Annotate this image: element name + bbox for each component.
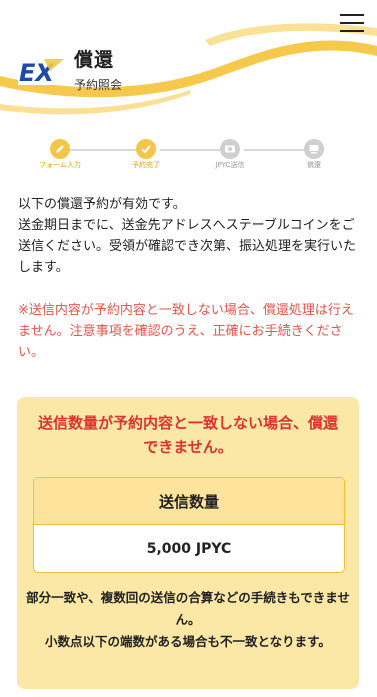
notice-heading: 送信数量が予約内容と一致しない場合、償還できません。	[37, 414, 338, 456]
step-label: JPYC送信	[215, 161, 245, 169]
send-quantity-box: 送信数量 5,000 JPYC	[33, 477, 345, 573]
check-icon	[136, 139, 156, 159]
payout-icon	[304, 139, 324, 159]
send-quantity-label: 送信数量	[34, 478, 344, 525]
progress-steps: フォーム入力 予約完了 JPYC送信 償還	[30, 138, 350, 174]
hamburger-menu-icon	[340, 14, 364, 16]
notice-footer: 部分一致や、複数回の送信の合算などの手続きもできません。 小数点以下の端数がある…	[26, 590, 350, 649]
yen-coin-icon	[220, 139, 240, 159]
warning-text: ※送信内容が予約内容と一致しない場合、償還処理は行えません。注意事項を確認のうえ…	[18, 303, 354, 360]
step-label: 償還	[307, 161, 321, 169]
step-label: フォーム入力	[39, 161, 81, 169]
page-subtitle: 予約照会	[74, 78, 123, 92]
step-label: 予約完了	[132, 161, 160, 169]
step-form-input: フォーム入力	[35, 138, 85, 170]
step-redemption: 償還	[289, 138, 339, 170]
step-reservation-complete: 予約完了	[121, 138, 171, 170]
send-quantity-value: 5,000 JPYC	[146, 540, 232, 557]
intro-text: 以下の償還予約が有効です。 送金期日までに、送金先アドレスへステーブルコインをご…	[18, 197, 357, 275]
ex-logo: EX	[18, 57, 64, 85]
quantity-notice-panel: 送信数量が予約内容と一致しない場合、償還できません。 送信数量 5,000 JP…	[17, 397, 359, 689]
menu-button[interactable]	[340, 14, 364, 34]
step-jpyc-send: JPYC送信	[205, 138, 255, 170]
page-title: 償還	[74, 49, 115, 71]
pencil-icon	[50, 139, 70, 159]
